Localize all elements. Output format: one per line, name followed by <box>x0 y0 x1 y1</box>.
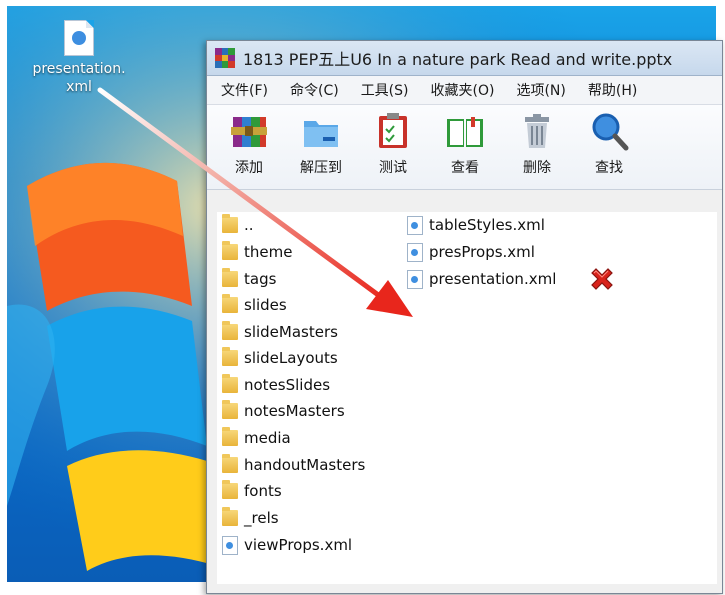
toolbar: 添加 解压到 测试 查看 删除 查找 <box>207 105 722 190</box>
menu-file[interactable]: 文件(F) <box>221 80 268 100</box>
list-item-label: slideMasters <box>244 323 338 341</box>
list-item-slidelayouts[interactable]: slideLayouts <box>222 345 338 371</box>
add-button-label: 添加 <box>235 160 263 176</box>
menu-help[interactable]: 帮助(H) <box>588 80 637 100</box>
list-item-label: handoutMasters <box>244 456 366 474</box>
extract-to-button-label: 解压到 <box>300 160 342 176</box>
xml-file-icon <box>222 535 238 555</box>
xml-file-icon <box>407 269 423 289</box>
xml-file-icon <box>407 242 423 262</box>
list-item-fonts[interactable]: fonts <box>222 478 282 504</box>
test-clipboard-icon <box>373 111 413 151</box>
xml-file-icon <box>64 20 94 56</box>
folder-icon <box>222 480 238 499</box>
list-item-presprops[interactable]: presProps.xml <box>407 239 535 265</box>
folder-icon <box>222 294 238 313</box>
menu-tools[interactable]: 工具(S) <box>361 80 409 100</box>
folder-icon <box>222 374 238 393</box>
window-title: 1813 PEP五上U6 In a nature park Read and w… <box>243 50 673 69</box>
view-button-label: 查看 <box>451 160 479 176</box>
test-button-label: 测试 <box>379 160 407 176</box>
list-item-parent[interactable]: .. <box>222 212 254 238</box>
list-item-presentation-xml[interactable]: presentation.xml <box>407 266 556 292</box>
list-item-slidemasters[interactable]: slideMasters <box>222 319 338 345</box>
view-book-icon <box>445 111 485 151</box>
winrar-app-icon <box>215 48 235 68</box>
view-button[interactable]: 查看 <box>437 111 493 177</box>
magnifier-icon <box>589 111 629 151</box>
list-item-label: slides <box>244 296 287 314</box>
folder-icon <box>222 321 238 340</box>
list-item-tablestyles[interactable]: tableStyles.xml <box>407 212 545 238</box>
list-item-rels[interactable]: _rels <box>222 505 279 531</box>
list-item-label: tags <box>244 270 277 288</box>
menu-bar: 文件(F) 命令(C) 工具(S) 收藏夹(O) 选项(N) 帮助(H) <box>207 76 722 105</box>
list-item-label: notesMasters <box>244 402 345 420</box>
list-item-label: media <box>244 429 291 447</box>
add-button[interactable]: 添加 <box>221 111 277 177</box>
test-button[interactable]: 测试 <box>365 111 421 177</box>
menu-commands[interactable]: 命令(C) <box>290 80 339 100</box>
extract-folder-icon <box>301 111 341 151</box>
desktop-file-label-line1: presentation. <box>32 61 126 77</box>
menu-favorites[interactable]: 收藏夹(O) <box>431 80 495 100</box>
list-item-label: presentation.xml <box>429 270 557 288</box>
title-bar[interactable]: 1813 PEP五上U6 In a nature park Read and w… <box>207 41 722 76</box>
delete-button-label: 删除 <box>523 160 551 176</box>
folder-icon <box>222 507 238 526</box>
list-item-label: presProps.xml <box>429 243 535 261</box>
list-item-label: theme <box>244 243 293 261</box>
list-item-label: slideLayouts <box>244 349 338 367</box>
list-item-label: viewProps.xml <box>244 536 353 554</box>
list-item-handoutmasters[interactable]: handoutMasters <box>222 452 365 478</box>
list-item-label: fonts <box>244 482 282 500</box>
folder-icon <box>222 214 238 233</box>
list-item-label: .. <box>244 216 254 234</box>
delete-button[interactable]: 删除 <box>509 111 565 177</box>
extract-to-button[interactable]: 解压到 <box>293 111 349 177</box>
list-item-label: tableStyles.xml <box>429 216 545 234</box>
folder-icon <box>222 241 238 260</box>
list-item-theme[interactable]: theme <box>222 239 292 265</box>
add-books-icon <box>229 111 269 151</box>
list-item-tags[interactable]: tags <box>222 266 276 292</box>
find-button[interactable]: 查找 <box>581 111 637 177</box>
file-list: .. theme tags slides slideMasters slideL… <box>217 212 717 584</box>
xml-file-icon <box>407 215 423 235</box>
find-button-label: 查找 <box>595 160 623 176</box>
folder-icon <box>222 427 238 446</box>
list-item-slides[interactable]: slides <box>222 292 287 318</box>
folder-icon <box>222 347 238 366</box>
list-item-viewprops[interactable]: viewProps.xml <box>222 532 352 558</box>
desktop-file-presentation-xml[interactable]: presentation. xml <box>19 20 139 96</box>
list-item-notesmasters[interactable]: notesMasters <box>222 398 345 424</box>
winrar-window: 1813 PEP五上U6 In a nature park Read and w… <box>206 40 723 594</box>
menu-options[interactable]: 选项(N) <box>516 80 565 100</box>
folder-icon <box>222 400 238 419</box>
folder-icon <box>222 454 238 473</box>
folder-icon <box>222 268 238 287</box>
delete-x-icon <box>591 268 613 290</box>
trash-icon <box>517 111 557 151</box>
list-item-label: notesSlides <box>244 376 331 394</box>
list-item-notesslides[interactable]: notesSlides <box>222 372 330 398</box>
list-item-label: _rels <box>244 509 279 527</box>
list-item-media[interactable]: media <box>222 425 291 451</box>
desktop-file-label-line2: xml <box>66 79 92 95</box>
